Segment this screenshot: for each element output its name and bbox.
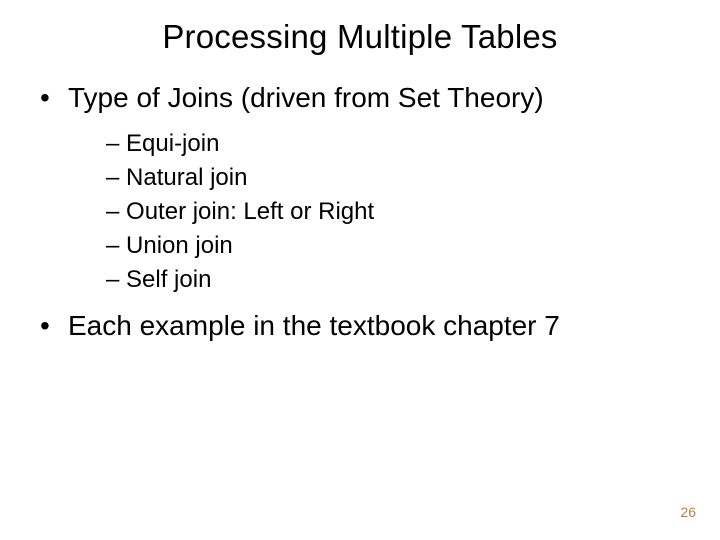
- bullet-icon: •: [36, 81, 68, 115]
- slide-body: • Type of Joins (driven from Set Theory)…: [0, 56, 720, 343]
- slide: Processing Multiple Tables • Type of Joi…: [0, 0, 720, 540]
- page-number: 26: [680, 504, 696, 520]
- sub-text: Natural join: [126, 164, 247, 191]
- sub-item: – Outer join: Left or Right: [106, 195, 720, 229]
- bullet-text: Type of Joins (driven from Set Theory): [68, 81, 544, 115]
- sub-item: – Union join: [106, 229, 720, 263]
- bullet-item: • Each example in the textbook chapter 7: [36, 309, 720, 343]
- sub-text: Outer join: Left or Right: [126, 198, 374, 225]
- sub-text: Equi-join: [126, 130, 219, 157]
- dash-icon: –: [106, 198, 119, 225]
- sub-text: Union join: [126, 232, 233, 259]
- sub-text: Self join: [126, 266, 211, 293]
- bullet-icon: •: [36, 309, 68, 343]
- dash-icon: –: [106, 266, 119, 293]
- sub-item: – Self join: [106, 263, 720, 297]
- dash-icon: –: [106, 232, 119, 259]
- bullet-item: • Type of Joins (driven from Set Theory): [36, 81, 720, 115]
- sub-item: – Natural join: [106, 161, 720, 195]
- dash-icon: –: [106, 130, 119, 157]
- sublist: – Equi-join – Natural join – Outer join:…: [36, 123, 720, 309]
- dash-icon: –: [106, 164, 119, 191]
- slide-title: Processing Multiple Tables: [0, 0, 720, 56]
- bullet-text: Each example in the textbook chapter 7: [68, 309, 560, 343]
- sub-item: – Equi-join: [106, 127, 720, 161]
